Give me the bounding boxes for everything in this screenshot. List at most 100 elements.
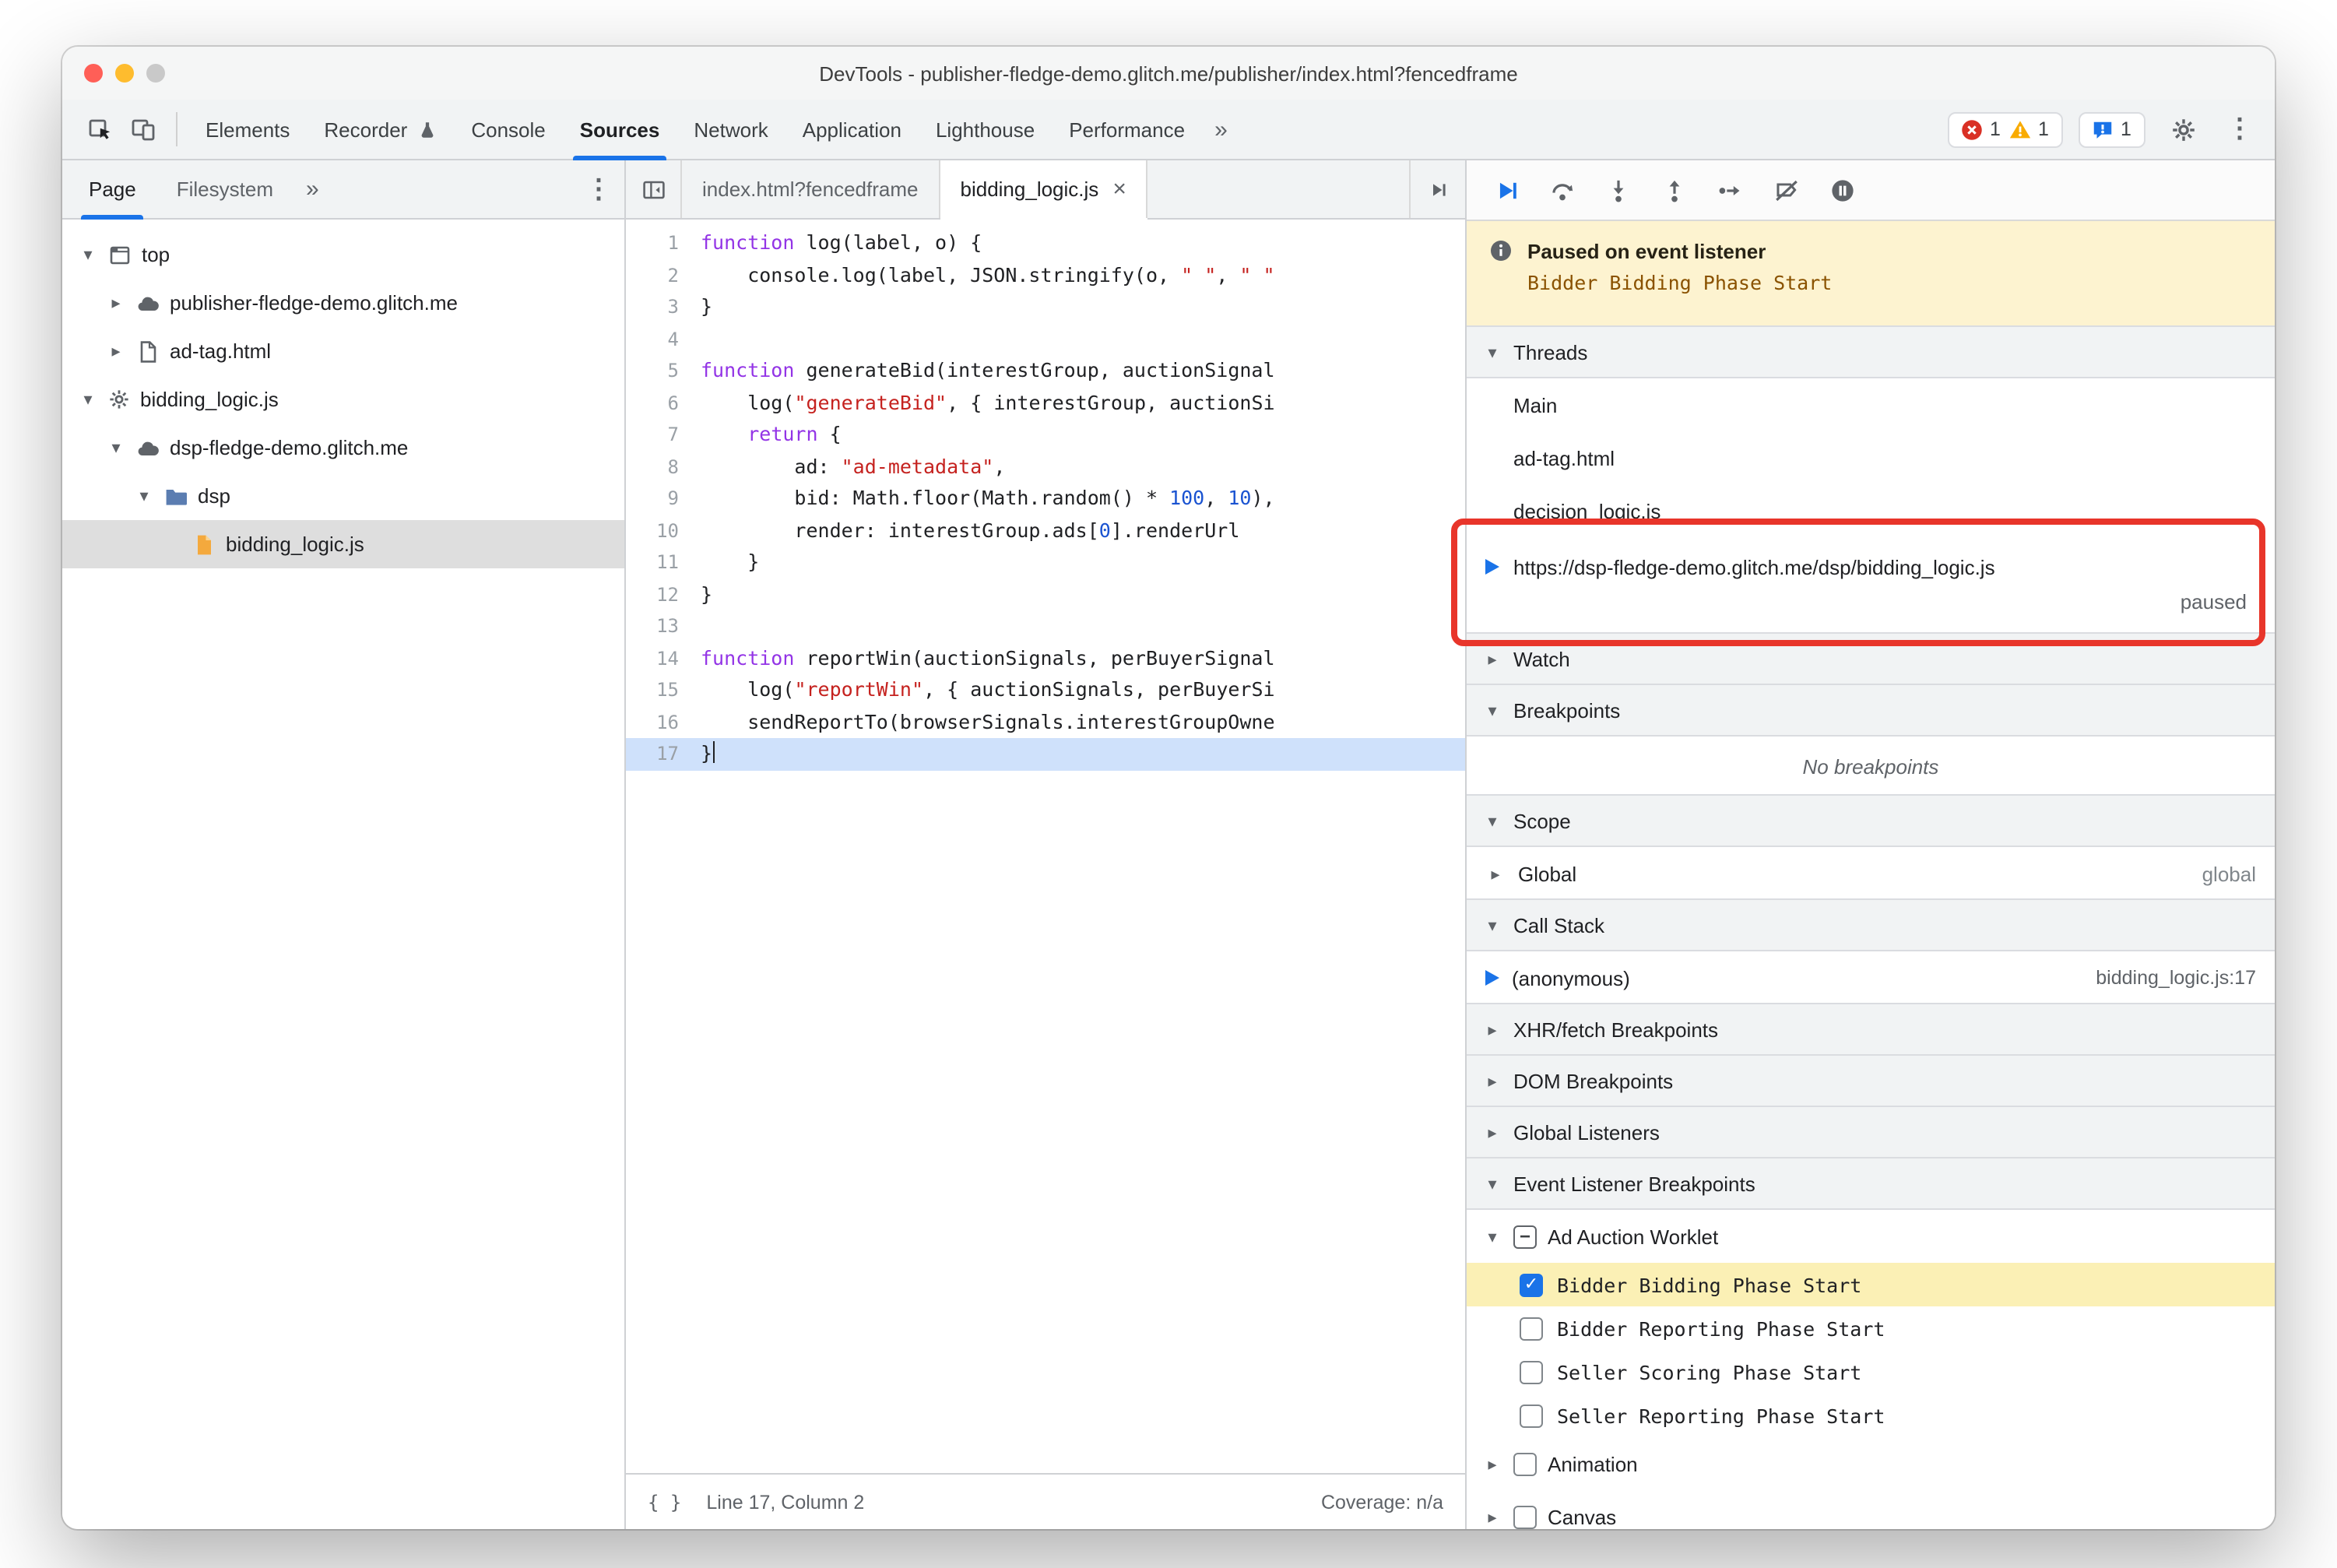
navigator-kebab-icon[interactable]: ⋮ bbox=[579, 174, 618, 205]
code-line[interactable]: 3} bbox=[626, 291, 1465, 323]
checkbox-unchecked-icon[interactable] bbox=[1520, 1360, 1543, 1383]
pause-on-exceptions-button[interactable] bbox=[1819, 167, 1865, 213]
tab-console[interactable]: Console bbox=[454, 99, 562, 160]
main-menu-kebab-icon[interactable]: ⋮ bbox=[2220, 114, 2259, 145]
tab-performance[interactable]: Performance bbox=[1052, 99, 1202, 160]
tree-item-dsp[interactable]: ▾ dsp bbox=[62, 472, 624, 520]
console-status-badges[interactable]: 1 1 bbox=[1948, 111, 2063, 147]
step-over-button[interactable] bbox=[1538, 167, 1585, 213]
checkbox-unchecked-icon[interactable] bbox=[1513, 1505, 1537, 1528]
checkbox-unchecked-icon[interactable] bbox=[1513, 1452, 1537, 1475]
tree-item-dsp-fledge-demo-glitch-me[interactable]: ▾ dsp-fledge-demo.glitch.me bbox=[62, 424, 624, 472]
code-line[interactable]: 8 ad: "ad-metadata", bbox=[626, 451, 1465, 483]
section-header-xhr-fetch-breakpoints[interactable]: ▸ XHR/fetch Breakpoints bbox=[1467, 1003, 2275, 1056]
line-number[interactable]: 5 bbox=[626, 355, 701, 387]
thread-item-main[interactable]: Main bbox=[1467, 378, 2275, 431]
code-editor[interactable]: 1 function log(label, o) {2 console.log(l… bbox=[626, 220, 1465, 1473]
more-panels-button[interactable]: » bbox=[1202, 116, 1240, 142]
settings-gear-icon[interactable] bbox=[2161, 107, 2205, 151]
line-number[interactable]: 15 bbox=[626, 674, 701, 706]
minimize-window-button[interactable] bbox=[115, 64, 134, 83]
section-header-threads[interactable]: ▾ Threads bbox=[1467, 325, 2275, 378]
tree-item-top[interactable]: ▾ top bbox=[62, 230, 624, 279]
code-line[interactable]: 15 log("reportWin", { auctionSignals, pe… bbox=[626, 674, 1465, 706]
close-tab-icon[interactable]: × bbox=[1112, 178, 1126, 201]
code-line[interactable]: 1 function log(label, o) { bbox=[626, 227, 1465, 259]
deactivate-breakpoints-button[interactable] bbox=[1762, 167, 1809, 213]
step-into-button[interactable] bbox=[1594, 167, 1641, 213]
elb-item-bidder-reporting-phase-start[interactable]: Bidder Reporting Phase Start bbox=[1467, 1306, 2275, 1350]
line-number[interactable]: 10 bbox=[626, 515, 701, 547]
issues-button[interactable]: 1 bbox=[2079, 111, 2145, 147]
section-header-dom-breakpoints[interactable]: ▸ DOM Breakpoints bbox=[1467, 1054, 2275, 1107]
inspect-icon[interactable] bbox=[78, 107, 121, 151]
line-number[interactable]: 7 bbox=[626, 419, 701, 451]
code-line[interactable]: 17} bbox=[626, 738, 1465, 770]
code-line[interactable]: 11 } bbox=[626, 547, 1465, 578]
elb-item-seller-reporting-phase-start[interactable]: Seller Reporting Phase Start bbox=[1467, 1394, 2275, 1437]
resume-button[interactable] bbox=[1482, 167, 1529, 213]
code-line[interactable]: 5 function generateBid(interestGroup, auc… bbox=[626, 355, 1465, 387]
tab-recorder[interactable]: Recorder bbox=[307, 99, 454, 160]
tab-lighthouse[interactable]: Lighthouse bbox=[919, 99, 1052, 160]
line-number[interactable]: 12 bbox=[626, 578, 701, 610]
checkbox-unchecked-icon[interactable] bbox=[1520, 1404, 1543, 1427]
elb-item-seller-scoring-phase-start[interactable]: Seller Scoring Phase Start bbox=[1467, 1350, 2275, 1394]
close-window-button[interactable] bbox=[84, 64, 103, 83]
code-line[interactable]: 10 render: interestGroup.ads[0].renderUr… bbox=[626, 515, 1465, 547]
line-number[interactable]: 9 bbox=[626, 483, 701, 515]
code-line[interactable]: 13 bbox=[626, 610, 1465, 642]
line-number[interactable]: 1 bbox=[626, 227, 701, 259]
step-button[interactable] bbox=[1706, 167, 1753, 213]
tree-item-bidding-logic-js[interactable]: ▾ bidding_logic.js bbox=[62, 375, 624, 424]
zoom-window-button[interactable] bbox=[146, 64, 165, 83]
line-number[interactable]: 11 bbox=[626, 547, 701, 578]
code-line[interactable]: 16 sendReportTo(browserSignals.interestG… bbox=[626, 706, 1465, 738]
line-number[interactable]: 6 bbox=[626, 387, 701, 419]
tab-sources[interactable]: Sources bbox=[563, 99, 677, 160]
elb-group-animation[interactable]: ▸ Animation bbox=[1467, 1437, 2275, 1490]
device-toolbar-icon[interactable] bbox=[121, 107, 165, 151]
elb-item-bidder-bidding-phase-start[interactable]: ✓ Bidder Bidding Phase Start bbox=[1467, 1263, 2275, 1306]
show-navigator-icon[interactable] bbox=[626, 160, 682, 218]
elb-group-ad-auction-worklet[interactable]: ▾ − Ad Auction Worklet bbox=[1467, 1210, 2275, 1263]
tab-application[interactable]: Application bbox=[785, 99, 919, 160]
line-number[interactable]: 13 bbox=[626, 610, 701, 642]
editor-tab-overflow-icon[interactable] bbox=[1409, 160, 1465, 218]
section-header-watch[interactable]: ▸ Watch bbox=[1467, 632, 2275, 685]
scope-item-global[interactable]: ▸ Global global bbox=[1467, 847, 2275, 900]
line-number[interactable]: 3 bbox=[626, 291, 701, 323]
tab-elements[interactable]: Elements bbox=[188, 99, 307, 160]
editor-tab-bidding-logic-js[interactable]: bidding_logic.js × bbox=[940, 160, 1148, 218]
code-line[interactable]: 4 bbox=[626, 323, 1465, 355]
section-header-event-listener-breakpoints[interactable]: ▾ Event Listener Breakpoints bbox=[1467, 1157, 2275, 1210]
code-line[interactable]: 14 function reportWin(auctionSignals, per… bbox=[626, 642, 1465, 674]
call-stack-frame[interactable]: (anonymous) bidding_logic.js:17 bbox=[1467, 951, 2275, 1004]
section-header-global-listeners[interactable]: ▸ Global Listeners bbox=[1467, 1106, 2275, 1158]
tree-item-publisher-fledge-demo-glitch-me[interactable]: ▸ publisher-fledge-demo.glitch.me bbox=[62, 279, 624, 327]
editor-tab-index-html-fencedframe[interactable]: index.html?fencedframe bbox=[682, 160, 940, 218]
elb-group-canvas[interactable]: ▸ Canvas bbox=[1467, 1490, 2275, 1529]
code-line[interactable]: 7 return { bbox=[626, 419, 1465, 451]
window-titlebar[interactable]: DevTools - publisher-fledge-demo.glitch.… bbox=[62, 47, 2275, 100]
checkbox-checked-icon[interactable]: ✓ bbox=[1520, 1273, 1543, 1296]
navigator-tab-filesystem[interactable]: Filesystem bbox=[156, 160, 293, 219]
code-line[interactable]: 2 console.log(label, JSON.stringify(o, "… bbox=[626, 259, 1465, 291]
thread-item-ad-tag-html[interactable]: ad-tag.html bbox=[1467, 431, 2275, 484]
section-header-breakpoints[interactable]: ▾ Breakpoints bbox=[1467, 684, 2275, 737]
line-number[interactable]: 14 bbox=[626, 642, 701, 674]
code-line[interactable]: 6 log("generateBid", { interestGroup, au… bbox=[626, 387, 1465, 419]
line-number[interactable]: 16 bbox=[626, 706, 701, 738]
code-line[interactable]: 9 bid: Math.floor(Math.random() * 100, 1… bbox=[626, 483, 1465, 515]
code-line[interactable]: 12} bbox=[626, 578, 1465, 610]
more-navigator-tabs-button[interactable]: » bbox=[293, 176, 332, 202]
navigator-tab-page[interactable]: Page bbox=[69, 160, 156, 219]
section-header-scope[interactable]: ▾ Scope bbox=[1467, 794, 2275, 847]
tree-item-bidding-logic-js[interactable]: bidding_logic.js bbox=[62, 520, 624, 568]
checkbox-indeterminate-icon[interactable]: − bbox=[1513, 1225, 1537, 1248]
step-out-button[interactable] bbox=[1650, 167, 1697, 213]
pretty-print-button[interactable]: { } bbox=[648, 1491, 681, 1513]
tree-item-ad-tag-html[interactable]: ▸ ad-tag.html bbox=[62, 327, 624, 375]
section-header-call-stack[interactable]: ▾ Call Stack bbox=[1467, 898, 2275, 951]
tab-network[interactable]: Network bbox=[676, 99, 785, 160]
